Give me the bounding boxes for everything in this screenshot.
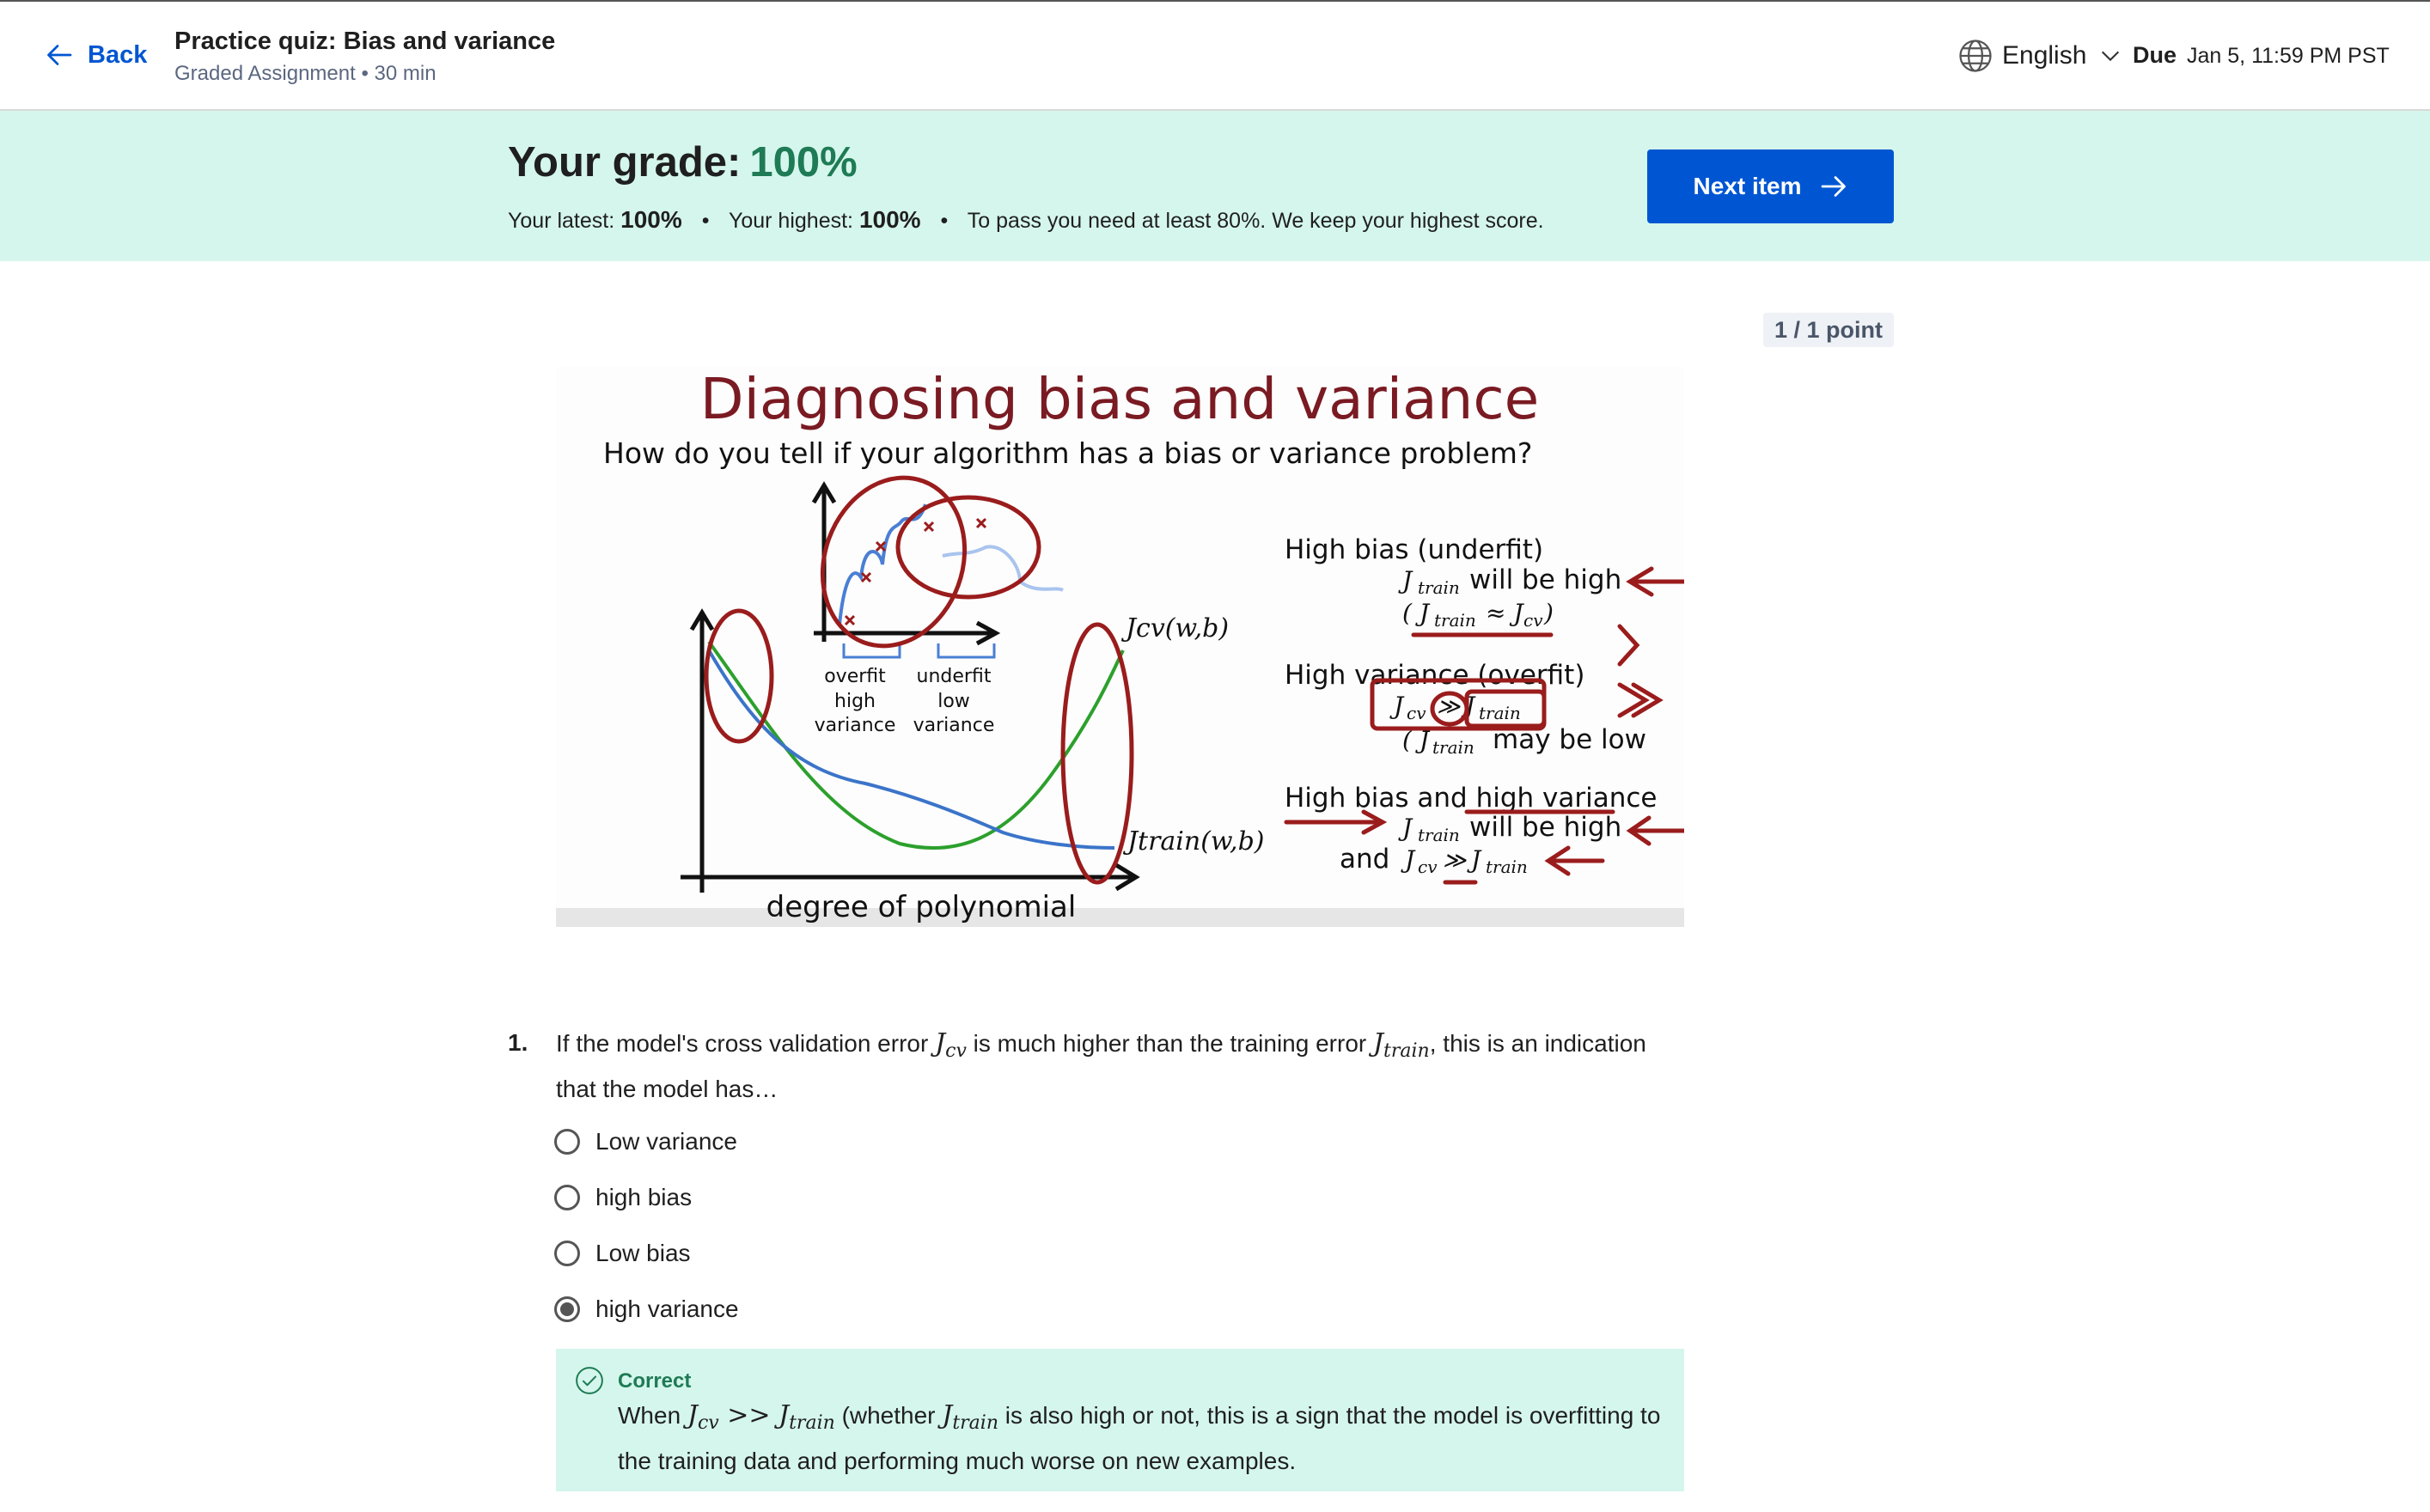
pass-requirement: To pass you need at least 80%. We keep y… <box>967 209 1544 233</box>
bias-variance-diagram: Diagnosing bias and variance How do you … <box>556 367 1684 927</box>
assignment-title: Practice quiz: Bias and variance <box>174 27 556 55</box>
language-label: English <box>2002 41 2087 70</box>
note-both: High bias and high variance <box>1285 783 1657 814</box>
check-circle-icon <box>576 1367 603 1394</box>
svg-text:≈ J: ≈ J <box>1486 599 1524 627</box>
note-high-bias: High bias (underfit) <box>1285 534 1543 565</box>
question-text-part-1: If the model's cross validation error <box>556 1030 929 1057</box>
radio-button[interactable] <box>554 1241 580 1266</box>
back-label: Back <box>88 40 148 69</box>
svg-text:train: train <box>1486 857 1528 877</box>
math-jcv: Jcv <box>935 1028 967 1062</box>
x-axis-label: degree of polynomial <box>766 890 1077 924</box>
due-value: Jan 5, 11:59 PM PST <box>2187 44 2390 68</box>
answer-feedback: Correct When Jcv >> Jtrain (whether Jtra… <box>556 1349 1684 1491</box>
lecture-slide-image: Diagnosing bias and variance How do you … <box>556 367 1684 927</box>
feedback-text-part-2: (whether <box>841 1402 936 1429</box>
language-selector[interactable]: English <box>1957 38 2122 74</box>
inset-label-overfit: overfit <box>824 666 886 687</box>
grade-value: 100% <box>749 139 858 186</box>
next-item-label: Next item <box>1693 173 1802 199</box>
option-high-variance[interactable]: high variance <box>554 1296 739 1323</box>
option-label: high variance <box>595 1296 739 1322</box>
note-both-2: and <box>1340 844 1389 875</box>
grade-details: Your latest: 100% • Your highest: 100% •… <box>508 206 1544 233</box>
svg-text:cv: cv <box>1418 857 1438 877</box>
top-header: Back Practice quiz: Bias and variance Gr… <box>0 0 2430 111</box>
grade-label: Your grade: <box>508 139 742 186</box>
inset-label-variance-1: variance <box>815 715 896 736</box>
svg-text:train: train <box>1418 825 1460 845</box>
globe-icon <box>1959 40 1992 72</box>
math-jtrain: Jtrain <box>942 1400 998 1434</box>
feedback-text-part-1: When <box>618 1402 681 1429</box>
note-high-variance: High variance (overfit) <box>1285 660 1584 691</box>
svg-text:train: train <box>1479 703 1521 723</box>
svg-text:cv: cv <box>1523 610 1543 631</box>
assignment-subtitle: Graded Assignment • 30 min <box>174 62 437 85</box>
back-button[interactable]: Back <box>45 40 147 70</box>
highest-value: 100% <box>858 206 921 233</box>
arrow-right-icon <box>1821 176 1846 197</box>
option-label: Low bias <box>595 1240 691 1266</box>
svg-text:train: train <box>1434 610 1476 631</box>
latest-label: Your latest: <box>508 209 615 233</box>
feedback-status: Correct <box>618 1369 692 1393</box>
arrow-left-icon <box>47 45 72 65</box>
latest-value: 100% <box>620 206 682 233</box>
radio-button-selected[interactable] <box>554 1296 580 1322</box>
next-item-button[interactable]: Next item <box>1647 149 1894 223</box>
note-both-1: will be high <box>1469 812 1621 843</box>
radio-button[interactable] <box>554 1185 580 1210</box>
slide-title: Diagnosing bias and variance <box>700 367 1539 432</box>
svg-text:cv: cv <box>1407 703 1426 723</box>
svg-text:train: train <box>1432 737 1474 758</box>
option-low-variance[interactable]: Low variance <box>554 1128 737 1155</box>
grade-banner: Your grade: 100% Your latest: 100% • Your… <box>0 111 2430 261</box>
note-high-bias-1: will be high <box>1469 564 1621 595</box>
inset-label-variance-2: variance <box>913 715 995 736</box>
question-text-part-2: is much higher than the training error <box>973 1030 1367 1057</box>
svg-text:train: train <box>1418 577 1460 598</box>
option-high-bias[interactable]: high bias <box>554 1184 692 1211</box>
inset-label-high: high <box>834 691 876 712</box>
due-date: Due Jan 5, 11:59 PM PST <box>2133 42 2390 69</box>
svg-text:≫: ≫ <box>1443 848 1467 874</box>
inset-label-low: low <box>937 691 970 712</box>
question-text: If the model's cross validation error Jc… <box>556 1025 1690 1108</box>
highest-label: Your highest: <box>728 209 853 233</box>
feedback-text: When Jcv >> Jtrain (whether Jtrain is al… <box>618 1397 1666 1480</box>
slide-subtitle: How do you tell if your algorithm has a … <box>603 436 1532 470</box>
question-number: 1. <box>508 1029 528 1056</box>
grade-heading: Your grade: 100% <box>508 138 858 186</box>
math-jcv-gg-jtrain: Jcv >> Jtrain <box>687 1400 835 1434</box>
jcv-curve-label: Jcv(w,b) <box>1120 613 1229 643</box>
option-label: Low variance <box>595 1128 737 1155</box>
due-label: Due <box>2133 42 2177 68</box>
option-label: high bias <box>595 1184 693 1210</box>
option-low-bias[interactable]: Low bias <box>554 1240 691 1267</box>
svg-text:): ) <box>1543 599 1554 627</box>
jtrain-curve-label: Jtrain(w,b) <box>1122 826 1265 857</box>
radio-button[interactable] <box>554 1129 580 1155</box>
svg-text:( J: ( J <box>1402 599 1431 627</box>
inset-label-underfit: underfit <box>917 666 992 687</box>
chevron-down-icon <box>2102 51 2120 62</box>
math-jtrain: Jtrain <box>1373 1028 1430 1062</box>
points-badge: 1 / 1 point <box>1763 313 1894 347</box>
